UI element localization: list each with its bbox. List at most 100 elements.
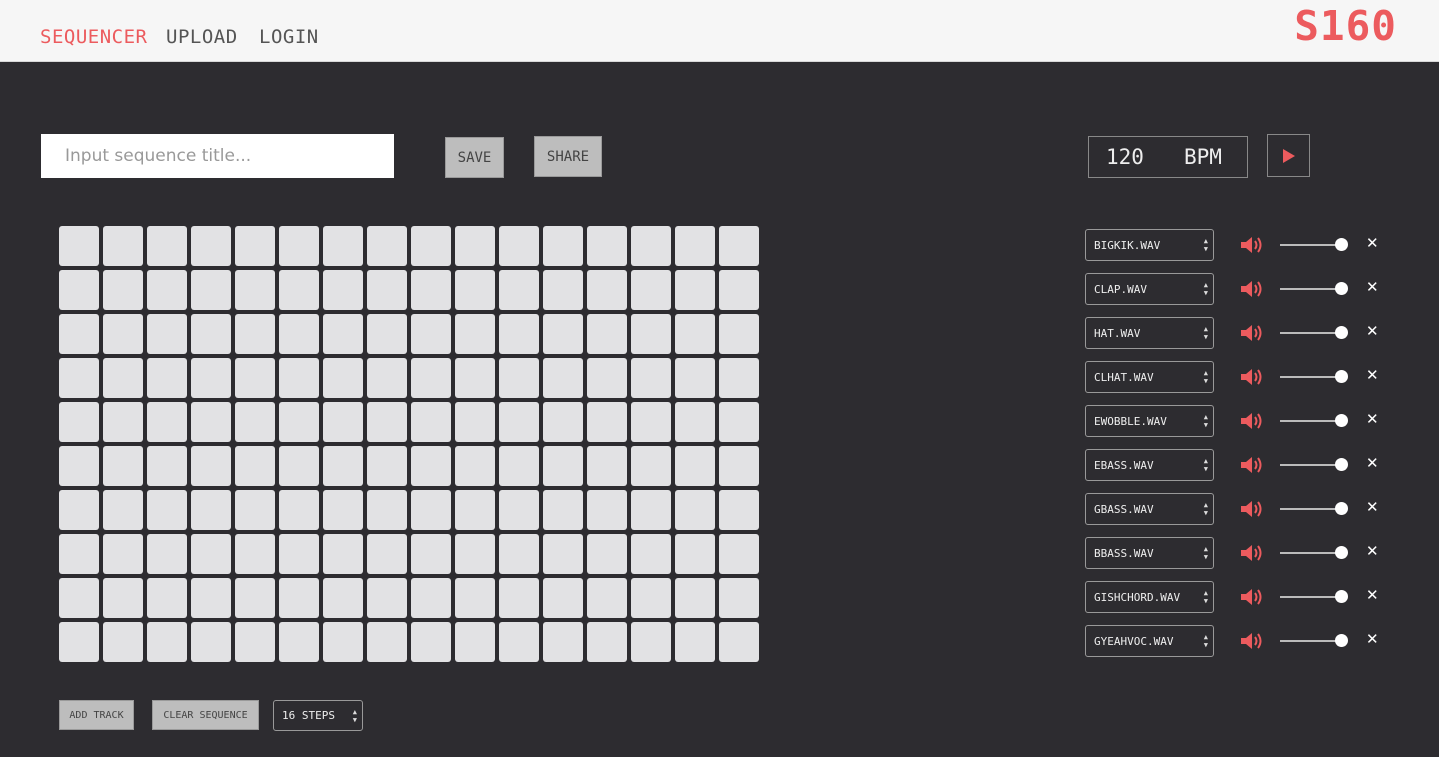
step-cell[interactable] xyxy=(235,226,275,266)
step-cell[interactable] xyxy=(191,446,231,486)
step-cell[interactable] xyxy=(59,226,99,266)
step-cell[interactable] xyxy=(587,622,627,662)
step-cell[interactable] xyxy=(323,578,363,618)
step-cell[interactable] xyxy=(411,622,451,662)
step-cell[interactable] xyxy=(147,270,187,310)
nav-sequencer-link[interactable]: SEQUENCER xyxy=(40,26,147,48)
step-cell[interactable] xyxy=(147,226,187,266)
step-cell[interactable] xyxy=(411,226,451,266)
step-cell[interactable] xyxy=(631,622,671,662)
close-icon[interactable]: ✕ xyxy=(1366,410,1379,428)
step-cell[interactable] xyxy=(675,622,715,662)
step-cell[interactable] xyxy=(631,446,671,486)
track-sample-select[interactable]: BBASS.WAV ▲ ▼ xyxy=(1085,537,1214,569)
step-cell[interactable] xyxy=(719,446,759,486)
step-cell[interactable] xyxy=(455,622,495,662)
volume-slider-thumb[interactable] xyxy=(1335,370,1348,383)
step-cell[interactable] xyxy=(587,490,627,530)
speaker-icon[interactable] xyxy=(1240,235,1266,255)
step-cell[interactable] xyxy=(499,402,539,442)
volume-slider-thumb[interactable] xyxy=(1335,282,1348,295)
step-cell[interactable] xyxy=(543,314,583,354)
volume-slider-thumb[interactable] xyxy=(1335,590,1348,603)
step-cell[interactable] xyxy=(323,226,363,266)
step-cell[interactable] xyxy=(499,534,539,574)
step-cell[interactable] xyxy=(675,446,715,486)
nav-login-link[interactable]: LOGIN xyxy=(259,26,319,48)
step-cell[interactable] xyxy=(147,314,187,354)
close-icon[interactable]: ✕ xyxy=(1366,630,1379,648)
step-cell[interactable] xyxy=(455,270,495,310)
share-button[interactable]: SHARE xyxy=(534,136,602,177)
step-cell[interactable] xyxy=(675,226,715,266)
step-cell[interactable] xyxy=(59,446,99,486)
step-cell[interactable] xyxy=(367,226,407,266)
volume-slider-thumb[interactable] xyxy=(1335,458,1348,471)
volume-slider[interactable] xyxy=(1280,633,1352,649)
step-cell[interactable] xyxy=(719,578,759,618)
step-cell[interactable] xyxy=(147,402,187,442)
volume-slider[interactable] xyxy=(1280,281,1352,297)
step-cell[interactable] xyxy=(147,578,187,618)
volume-slider-thumb[interactable] xyxy=(1335,238,1348,251)
steps-select[interactable]: 16 STEPS ▲ ▼ xyxy=(273,700,363,731)
step-cell[interactable] xyxy=(719,358,759,398)
step-cell[interactable] xyxy=(675,578,715,618)
volume-slider-thumb[interactable] xyxy=(1335,634,1348,647)
step-cell[interactable] xyxy=(367,578,407,618)
step-cell[interactable] xyxy=(235,402,275,442)
step-cell[interactable] xyxy=(235,358,275,398)
step-cell[interactable] xyxy=(191,226,231,266)
step-cell[interactable] xyxy=(587,270,627,310)
step-cell[interactable] xyxy=(59,622,99,662)
volume-slider[interactable] xyxy=(1280,413,1352,429)
volume-slider-thumb[interactable] xyxy=(1335,502,1348,515)
volume-slider[interactable] xyxy=(1280,325,1352,341)
step-cell[interactable] xyxy=(367,402,407,442)
step-cell[interactable] xyxy=(719,270,759,310)
step-cell[interactable] xyxy=(367,314,407,354)
step-cell[interactable] xyxy=(631,578,671,618)
step-cell[interactable] xyxy=(323,446,363,486)
step-cell[interactable] xyxy=(411,446,451,486)
track-sample-select[interactable]: CLHAT.WAV ▲ ▼ xyxy=(1085,361,1214,393)
step-cell[interactable] xyxy=(367,446,407,486)
step-cell[interactable] xyxy=(191,490,231,530)
step-cell[interactable] xyxy=(587,226,627,266)
step-cell[interactable] xyxy=(411,314,451,354)
track-sample-select[interactable]: BIGKIK.WAV ▲ ▼ xyxy=(1085,229,1214,261)
step-cell[interactable] xyxy=(675,490,715,530)
speaker-icon[interactable] xyxy=(1240,279,1266,299)
step-cell[interactable] xyxy=(103,358,143,398)
step-cell[interactable] xyxy=(587,534,627,574)
step-cell[interactable] xyxy=(499,578,539,618)
step-cell[interactable] xyxy=(543,226,583,266)
step-cell[interactable] xyxy=(235,270,275,310)
step-cell[interactable] xyxy=(323,270,363,310)
step-cell[interactable] xyxy=(367,490,407,530)
step-cell[interactable] xyxy=(147,490,187,530)
step-cell[interactable] xyxy=(455,534,495,574)
step-cell[interactable] xyxy=(191,578,231,618)
close-icon[interactable]: ✕ xyxy=(1366,234,1379,252)
close-icon[interactable]: ✕ xyxy=(1366,278,1379,296)
save-button[interactable]: SAVE xyxy=(445,137,504,178)
step-cell[interactable] xyxy=(191,534,231,574)
step-cell[interactable] xyxy=(279,534,319,574)
step-cell[interactable] xyxy=(543,490,583,530)
step-cell[interactable] xyxy=(235,578,275,618)
speaker-icon[interactable] xyxy=(1240,543,1266,563)
step-cell[interactable] xyxy=(543,622,583,662)
step-cell[interactable] xyxy=(499,358,539,398)
volume-slider[interactable] xyxy=(1280,545,1352,561)
step-cell[interactable] xyxy=(147,622,187,662)
step-cell[interactable] xyxy=(235,314,275,354)
volume-slider-thumb[interactable] xyxy=(1335,326,1348,339)
close-icon[interactable]: ✕ xyxy=(1366,366,1379,384)
step-cell[interactable] xyxy=(543,446,583,486)
play-button[interactable] xyxy=(1267,134,1310,177)
bpm-input[interactable]: 120 BPM xyxy=(1088,136,1248,178)
step-cell[interactable] xyxy=(455,358,495,398)
step-cell[interactable] xyxy=(191,358,231,398)
step-cell[interactable] xyxy=(455,446,495,486)
